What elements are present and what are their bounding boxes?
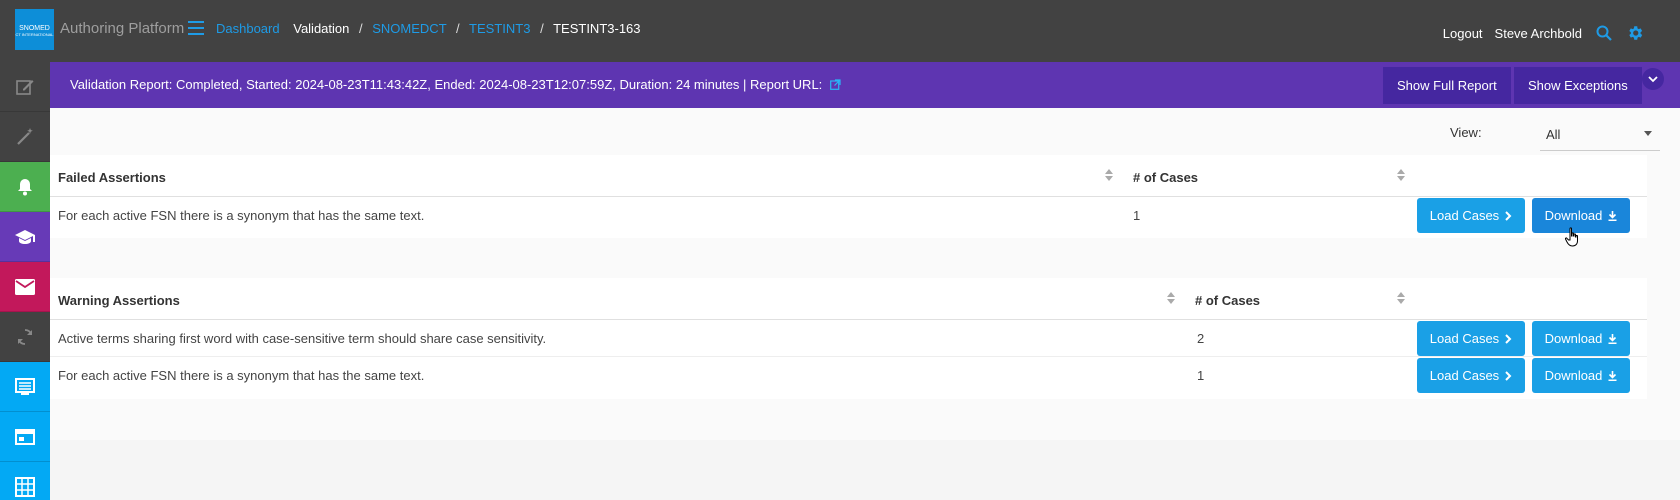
download-button[interactable]: Download (1532, 321, 1630, 356)
sort-icon[interactable] (1397, 292, 1405, 304)
download-button[interactable]: Download (1532, 198, 1630, 233)
logo-subtext: CT INTERNATIONAL (15, 32, 54, 37)
top-bar: SNOMED CT INTERNATIONAL Authoring Platfo… (0, 0, 1680, 62)
logout-link[interactable]: Logout (1443, 26, 1483, 41)
view-select[interactable]: All (1540, 116, 1660, 151)
sidebar (0, 62, 50, 500)
download-label: Download (1544, 368, 1603, 383)
load-cases-button[interactable]: Load Cases (1417, 198, 1525, 233)
chevron-down-icon[interactable] (1642, 68, 1664, 90)
column-header-cases[interactable]: # of Cases (1133, 170, 1198, 185)
download-icon (1608, 210, 1617, 221)
cases-count: 2 (1197, 331, 1205, 346)
breadcrumb-separator: / (540, 21, 544, 36)
sidebar-item-notifications[interactable] (0, 162, 50, 212)
show-exceptions-button[interactable]: Show Exceptions (1514, 67, 1642, 104)
validation-report-summary: Validation Report: Completed, Started: 2… (70, 77, 841, 92)
sidebar-item-browser[interactable] (0, 412, 50, 462)
bell-icon (18, 178, 32, 195)
user-name[interactable]: Steve Archbold (1495, 26, 1582, 41)
load-cases-label: Load Cases (1429, 368, 1500, 383)
breadcrumb: Dashboard Validation / SNOMEDCT / TESTIN… (216, 21, 641, 36)
external-link-icon[interactable] (830, 79, 841, 90)
validation-report-banner: Validation Report: Completed, Started: 2… (50, 62, 1680, 108)
download-button[interactable]: Download (1532, 358, 1630, 393)
sidebar-item-edit[interactable] (0, 62, 50, 112)
sync-icon (17, 328, 33, 345)
table-row: Active terms sharing first word with cas… (50, 320, 1647, 357)
column-header-assertion[interactable]: Warning Assertions (58, 293, 180, 308)
assertion-text: For each active FSN there is a synonym t… (58, 208, 425, 223)
column-header-cases[interactable]: # of Cases (1195, 293, 1260, 308)
load-cases-button[interactable]: Load Cases (1417, 358, 1525, 393)
sidebar-item-training[interactable] (0, 212, 50, 262)
download-icon (1608, 370, 1617, 381)
download-label: Download (1544, 331, 1603, 346)
app-title: Authoring Platform (60, 20, 185, 37)
snomed-logo[interactable]: SNOMED CT INTERNATIONAL (15, 9, 54, 50)
cases-count: 1 (1197, 368, 1205, 383)
sort-icon[interactable] (1397, 169, 1405, 181)
breadcrumb-validation: Validation (293, 21, 350, 36)
chevron-right-icon (1505, 333, 1512, 344)
breadcrumb-separator: / (456, 21, 460, 36)
search-icon[interactable] (1596, 25, 1612, 41)
download-label: Download (1544, 208, 1603, 223)
cases-count: 1 (1133, 208, 1141, 223)
hand-cursor-icon (1565, 227, 1578, 247)
show-full-report-button[interactable]: Show Full Report (1383, 67, 1511, 104)
browser-window-icon (15, 428, 35, 445)
magic-wand-icon (17, 127, 33, 145)
chevron-right-icon (1505, 210, 1512, 221)
download-icon (1608, 333, 1617, 344)
table-header: Failed Assertions # of Cases (50, 155, 1647, 197)
sidebar-item-messages[interactable] (0, 262, 50, 312)
caret-down-icon (1644, 131, 1652, 136)
edit-icon (16, 79, 34, 95)
table-row: For each active FSN there is a synonym t… (50, 357, 1647, 394)
view-label: View: (1450, 125, 1482, 140)
breadcrumb-separator: / (359, 21, 363, 36)
assertion-text: For each active FSN there is a synonym t… (58, 368, 425, 383)
load-cases-label: Load Cases (1429, 331, 1500, 346)
logo-text: SNOMED (19, 25, 50, 32)
breadcrumb-edition[interactable]: SNOMEDCT (372, 21, 446, 36)
sort-icon[interactable] (1105, 169, 1113, 181)
breadcrumb-task: TESTINT3-163 (553, 21, 641, 36)
sidebar-item-sync[interactable] (0, 312, 50, 362)
load-cases-button[interactable]: Load Cases (1417, 321, 1525, 356)
table-header: Warning Assertions # of Cases (50, 278, 1647, 320)
list-screen-icon (15, 377, 35, 395)
breadcrumb-project[interactable]: TESTINT3 (469, 21, 530, 36)
sidebar-item-list[interactable] (0, 362, 50, 412)
assertion-text: Active terms sharing first word with cas… (58, 331, 547, 346)
column-header-assertion[interactable]: Failed Assertions (58, 170, 166, 185)
sort-icon[interactable] (1167, 292, 1175, 304)
envelope-icon (15, 278, 35, 295)
view-selected-value: All (1546, 127, 1561, 142)
gear-icon[interactable] (1626, 24, 1644, 42)
sidebar-item-magic[interactable] (0, 112, 50, 162)
failed-assertions-table: Failed Assertions # of Cases For each ac… (50, 155, 1647, 238)
hamburger-menu-icon[interactable] (188, 21, 204, 35)
graduation-cap-icon (15, 229, 35, 244)
sidebar-item-grid[interactable] (0, 462, 50, 500)
chevron-right-icon (1505, 370, 1512, 381)
table-row: For each active FSN there is a synonym t… (50, 197, 1647, 234)
load-cases-label: Load Cases (1429, 208, 1500, 223)
user-controls: Logout Steve Archbold (1431, 24, 1644, 42)
grid-icon (15, 476, 35, 497)
breadcrumb-dashboard[interactable]: Dashboard (216, 21, 280, 36)
warning-assertions-table: Warning Assertions # of Cases Active ter… (50, 278, 1647, 399)
validation-report-text: Validation Report: Completed, Started: 2… (70, 77, 823, 92)
